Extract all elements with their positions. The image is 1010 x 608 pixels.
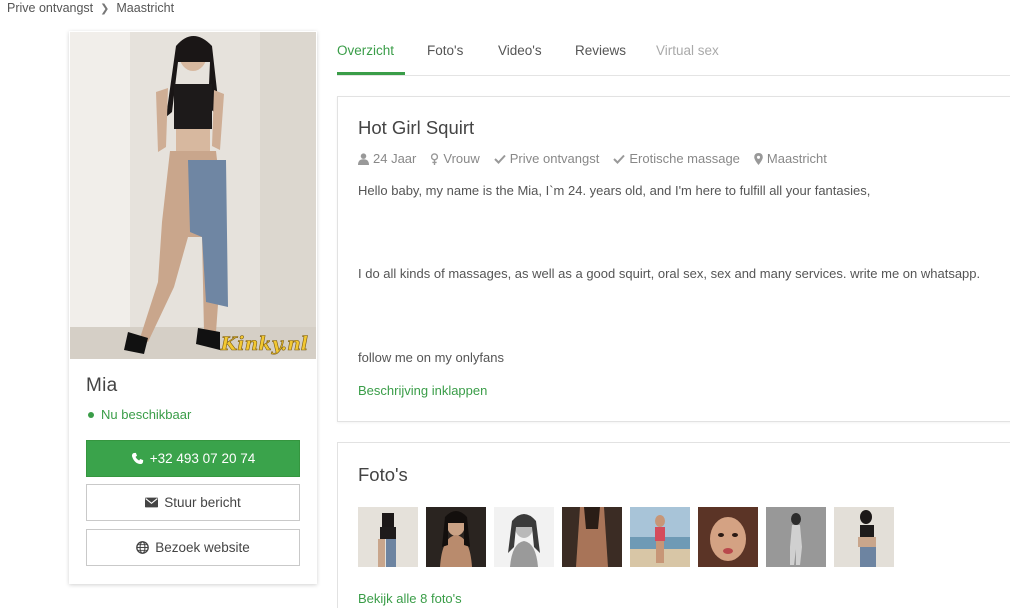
meta-age-label: 24 Jaar [373,151,417,166]
photo-thumbnail[interactable] [630,507,690,567]
phone-icon [131,452,143,465]
view-all-photos-link[interactable]: Bekijk alle 8 foto's [358,591,462,606]
photo-thumbnail[interactable] [426,507,486,567]
ad-title: Hot Girl Squirt [358,117,475,138]
meta-service-location-label: Prive ontvangst [509,151,600,166]
breadcrumb: Prive ontvangst ❯ Maastricht [7,1,174,15]
profile-tabs: Overzicht Foto's Video's Reviews Virtual… [337,31,1010,76]
tab-virtual-sex[interactable]: Virtual sex [656,43,719,58]
phone-number: +32 493 07 20 74 [149,451,256,466]
tab-videos[interactable]: Video's [498,43,542,58]
meta-gender: Vrouw [430,151,480,166]
photo-thumbnail[interactable] [698,507,758,567]
availability-label: Nu beschikbaar [101,407,192,422]
photo-thumbnails [358,507,894,567]
profile-photo[interactable]: Kinky.nl [70,32,316,359]
meta-city: Maastricht [754,151,827,166]
active-tab-indicator [337,72,405,75]
tab-fotos[interactable]: Foto's [427,43,463,58]
breadcrumb-item-maastricht[interactable]: Maastricht [116,1,174,15]
user-icon [358,152,369,165]
phone-button[interactable]: +32 493 07 20 74 [86,440,300,477]
map-marker-icon [754,152,763,165]
visit-website-button[interactable]: Bezoek website [86,529,300,566]
profile-meta: 24 Jaar Vrouw Prive ontvangst Erotische … [358,151,827,166]
description-paragraph: follow me on my onlyfans [358,350,504,365]
meta-service-location: Prive ontvangst [494,151,600,166]
status-dot-icon [88,411,94,418]
globe-icon [136,541,150,554]
tab-overzicht[interactable]: Overzicht [337,43,394,58]
meta-gender-label: Vrouw [443,151,480,166]
photo-thumbnail[interactable] [494,507,554,567]
check-icon [494,154,506,164]
collapse-description-link[interactable]: Beschrijving inklappen [358,383,487,398]
tab-reviews[interactable]: Reviews [575,43,626,58]
photo-watermark: Kinky.nl [220,333,308,355]
photos-heading: Foto's [358,464,408,485]
description-paragraph: I do all kinds of massages, as well as a… [358,266,981,281]
check-icon [613,154,626,164]
photo-thumbnail[interactable] [562,507,622,567]
profile-name: Mia [86,375,118,396]
photo-thumbnail[interactable] [766,507,826,567]
description-card: Hot Girl Squirt 24 Jaar Vrouw Prive ontv… [337,96,1010,422]
send-message-button[interactable]: Stuur bericht [86,484,300,521]
photo-thumbnail[interactable] [358,507,418,567]
breadcrumb-item-prive-ontvangst[interactable]: Prive ontvangst [7,1,93,15]
meta-age: 24 Jaar [358,151,416,166]
envelope-icon [145,497,159,508]
profile-card: Kinky.nl Mia Nu beschikbaar +32 493 07 2… [69,31,317,584]
availability-status: Nu beschikbaar [88,407,191,422]
photo-thumbnail[interactable] [834,507,894,567]
meta-service-type: Erotische massage [613,151,740,166]
send-message-label: Stuur bericht [164,495,241,510]
meta-service-type-label: Erotische massage [629,151,740,166]
visit-website-label: Bezoek website [155,540,250,555]
meta-city-label: Maastricht [766,151,827,166]
photos-card: Foto's Bekijk alle 8 foto's [337,442,1010,608]
chevron-right-icon: ❯ [100,2,110,15]
description-paragraph: Hello baby, my name is the Mia, I`m 24. … [358,183,871,198]
venus-icon [431,152,439,165]
